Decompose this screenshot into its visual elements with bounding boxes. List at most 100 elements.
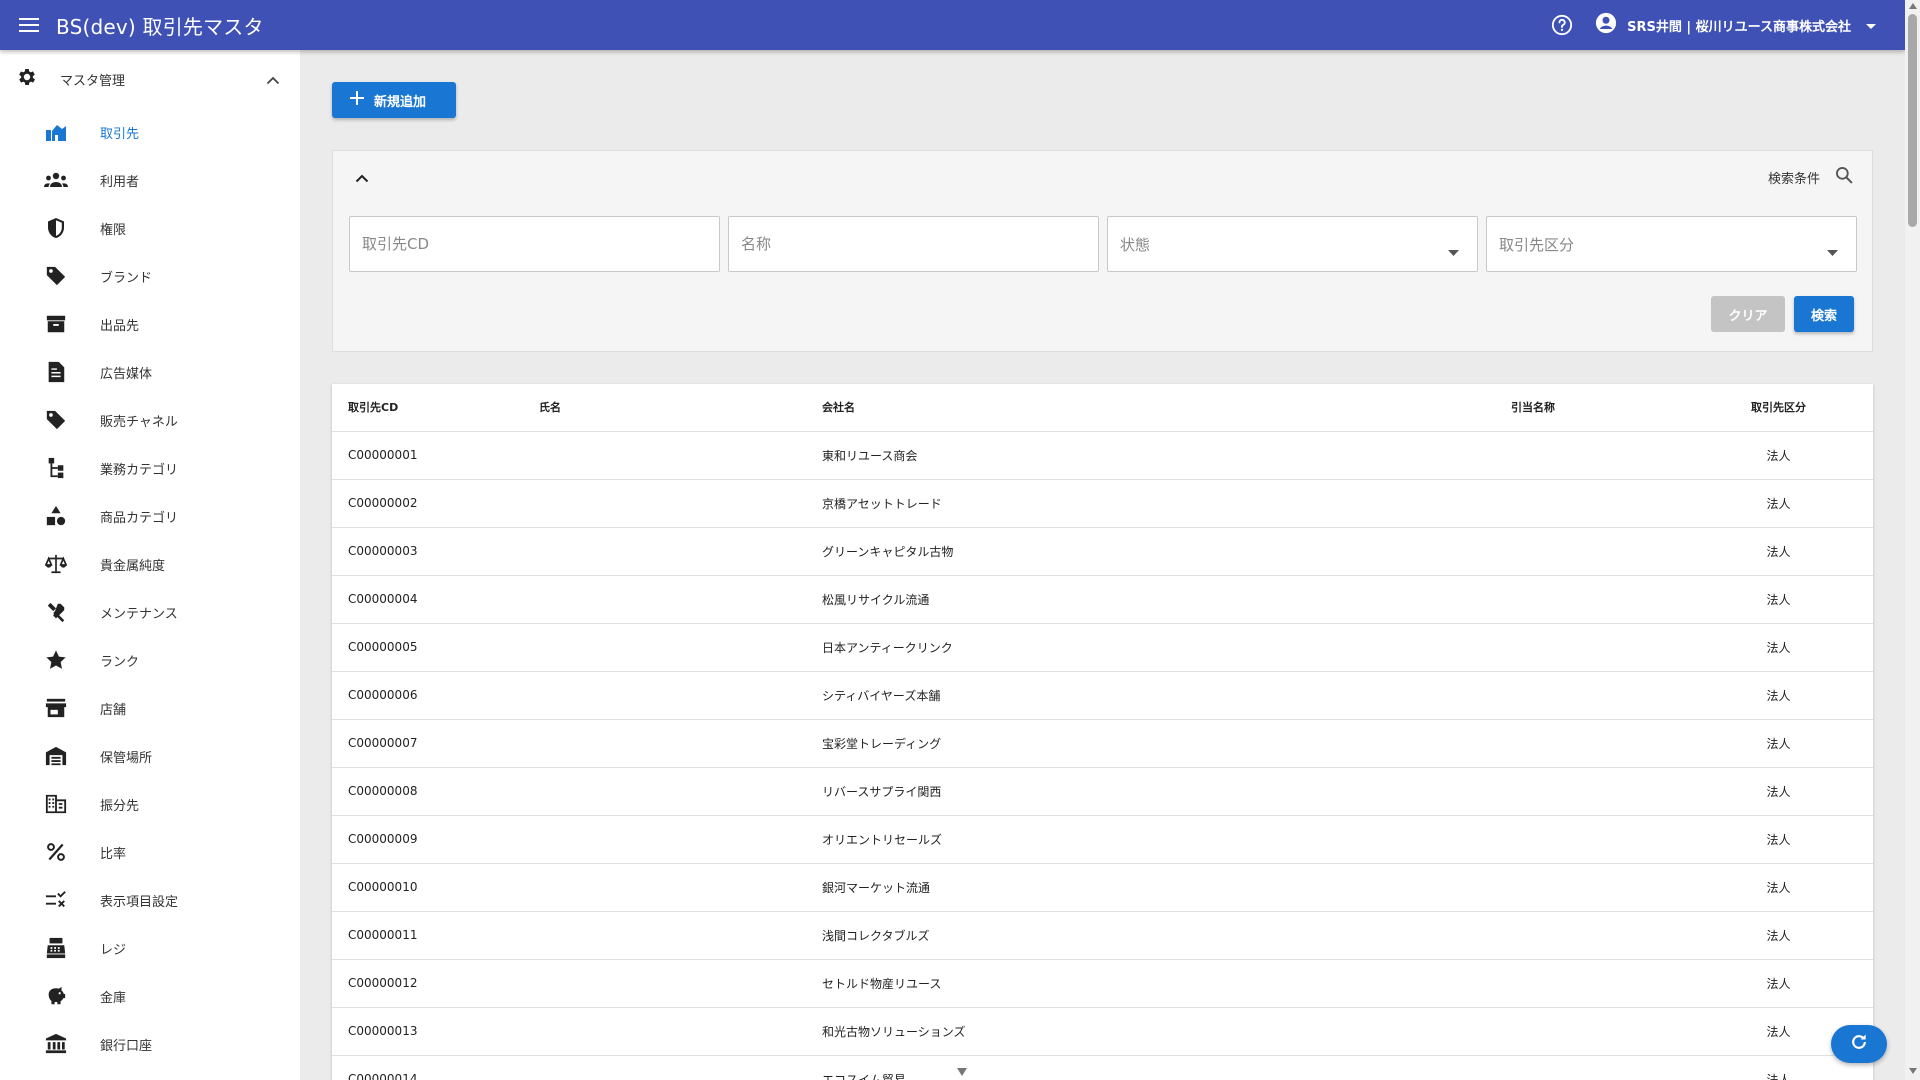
sidebar-item-allocation-destinations[interactable]: 振分先 — [0, 780, 300, 828]
sidebar-item-product-categories[interactable]: 商品カテゴリ — [0, 492, 300, 540]
cell-allocation-name — [1511, 1007, 1684, 1056]
sidebar-item-label: レジ — [100, 942, 127, 958]
search-conditions-label: 検索条件 — [1767, 171, 1820, 187]
cell-name — [539, 575, 822, 624]
sidebar-item-label: 商品カテゴリ — [100, 510, 179, 526]
sidebar-item-storage-locations[interactable]: 保管場所 — [0, 732, 300, 780]
table-row[interactable]: C00000001 東和リユース商会 法人 — [332, 431, 1873, 480]
vertical-scrollbar[interactable] — [1905, 0, 1920, 1080]
refresh-button[interactable] — [1831, 1025, 1887, 1063]
help-icon[interactable] — [1549, 12, 1575, 38]
sidebar-item-display-settings[interactable]: 表示項目設定 — [0, 876, 300, 924]
sidebar-item-bank-accounts[interactable]: 銀行口座 — [0, 1020, 300, 1068]
table-row[interactable]: C00000011 浅間コレクタブルズ 法人 — [332, 911, 1873, 960]
cell-allocation-name — [1511, 815, 1684, 864]
scroll-up-arrow[interactable] — [1909, 3, 1917, 9]
cell-category: 法人 — [1684, 623, 1873, 672]
table-row[interactable]: C00000004 松風リサイクル流通 法人 — [332, 575, 1873, 624]
search-conditions-toggle[interactable]: 検索条件 — [1768, 165, 1854, 189]
cell-allocation-name — [1511, 431, 1684, 480]
sidebar-item-safe[interactable]: 金庫 — [0, 972, 300, 1020]
column-header-company[interactable]: 会社名 — [822, 384, 1511, 432]
column-header-name[interactable]: 氏名 — [539, 384, 822, 432]
sidebar-item-label: メンテナンス — [100, 606, 178, 622]
caret-down-icon — [1827, 241, 1838, 260]
table-row[interactable]: C00000014 エコスイム貿易 法人 — [332, 1055, 1873, 1080]
cell-name — [539, 815, 822, 864]
sidebar-item-permissions[interactable]: 権限 — [0, 204, 300, 252]
sidebar-item-brands[interactable]: ブランド — [0, 252, 300, 300]
table-row[interactable]: C00000003 グリーンキャピタル古物 法人 — [332, 527, 1873, 576]
cell-name — [539, 863, 822, 912]
cell-company: オリエントリセールズ — [822, 815, 1511, 864]
sidebar-item-business-categories[interactable]: 業務カテゴリ — [0, 444, 300, 492]
caret-down-icon — [1865, 16, 1877, 35]
chevron-up-icon[interactable] — [351, 167, 373, 189]
sidebar-item-rank[interactable]: ランク — [0, 636, 300, 684]
app-title: BS(dev) 取引先マスタ — [56, 14, 264, 39]
cell-code: C00000005 — [332, 623, 539, 672]
table-row[interactable]: C00000010 銀河マーケット流通 法人 — [332, 863, 1873, 912]
sidebar-item-listing-destinations[interactable]: 出品先 — [0, 300, 300, 348]
scroll-down-arrow[interactable] — [1909, 1068, 1917, 1074]
cell-category: 法人 — [1684, 575, 1873, 624]
column-header-allocation-name[interactable]: 引当名称 — [1511, 384, 1684, 432]
tree-icon — [44, 456, 68, 480]
people-icon — [44, 168, 68, 192]
table-row[interactable]: C00000007 宝彩堂トレーディング 法人 — [332, 719, 1873, 768]
add-new-button[interactable]: 新規追加 — [332, 82, 456, 118]
sidebar-item-sales-channels[interactable]: 販売チャネル — [0, 396, 300, 444]
sidebar-item-ad-media[interactable]: 広告媒体 — [0, 348, 300, 396]
column-header-code[interactable]: 取引先CD — [332, 384, 539, 432]
cell-code: C00000004 — [332, 575, 539, 624]
percent-icon — [44, 840, 68, 864]
partner-category-select[interactable]: 取引先区分 — [1486, 216, 1857, 272]
cell-allocation-name — [1511, 719, 1684, 768]
sidebar-item-maintenance[interactable]: メンテナンス — [0, 588, 300, 636]
sidebar-item-partners[interactable]: 取引先 — [0, 108, 300, 156]
name-field[interactable] — [728, 216, 1099, 272]
table-row[interactable]: C00000002 京橋アセットトレード 法人 — [332, 479, 1873, 528]
user-menu-button[interactable]: SRS井間 | 桜川リユース商事株式会社 — [1595, 12, 1877, 38]
cell-name — [539, 623, 822, 672]
register-icon — [44, 936, 68, 960]
cell-name — [539, 959, 822, 1008]
cell-company: 京橋アセットトレード — [822, 479, 1511, 528]
scroll-down-hint[interactable] — [948, 1063, 976, 1080]
table-row[interactable]: C00000013 和光古物ソリューションズ 法人 — [332, 1007, 1873, 1056]
tag-icon — [44, 264, 68, 288]
sidebar-item-register[interactable]: レジ — [0, 924, 300, 972]
cell-allocation-name — [1511, 479, 1684, 528]
sidebar-item-label: 振分先 — [100, 798, 140, 814]
menu-icon[interactable] — [14, 10, 44, 40]
search-panel: 検索条件 状態 取引先区分 クリア 検索 — [332, 150, 1873, 352]
table-row[interactable]: C00000012 セトルド物産リユース 法人 — [332, 959, 1873, 1008]
shapes-icon — [44, 504, 68, 528]
sidebar-group-master[interactable]: マスタ管理 — [0, 50, 300, 108]
table-row[interactable]: C00000008 リバースサプライ関西 法人 — [332, 767, 1873, 816]
table-row[interactable]: C00000006 シティバイヤーズ本舗 法人 — [332, 671, 1873, 720]
partner-code-input[interactable] — [362, 235, 719, 253]
cell-allocation-name — [1511, 1055, 1684, 1080]
sidebar-item-label: 利用者 — [100, 174, 140, 190]
table-row[interactable]: C00000009 オリエントリセールズ 法人 — [332, 815, 1873, 864]
name-input[interactable] — [741, 235, 1098, 253]
archive-icon — [44, 312, 68, 336]
sidebar-item-stores[interactable]: 店舗 — [0, 684, 300, 732]
sidebar-item-metal-purity[interactable]: 貴金属純度 — [0, 540, 300, 588]
document-icon — [44, 360, 68, 384]
sidebar-item-ratio[interactable]: 比率 — [0, 828, 300, 876]
partner-code-field[interactable] — [349, 216, 720, 272]
clear-button[interactable]: クリア — [1711, 296, 1785, 332]
search-button[interactable]: 検索 — [1794, 296, 1854, 332]
status-placeholder: 状態 — [1120, 235, 1151, 254]
scrollbar-thumb[interactable] — [1908, 14, 1917, 227]
sidebar-item-label: 権限 — [100, 222, 127, 238]
cell-category: 法人 — [1684, 863, 1873, 912]
column-header-category[interactable]: 取引先区分 — [1684, 384, 1873, 432]
sidebar-item-users[interactable]: 利用者 — [0, 156, 300, 204]
cell-code: C00000012 — [332, 959, 539, 1008]
cell-company: エコスイム貿易 — [822, 1055, 1511, 1080]
status-select[interactable]: 状態 — [1107, 216, 1478, 272]
table-row[interactable]: C00000005 日本アンティークリンク 法人 — [332, 623, 1873, 672]
